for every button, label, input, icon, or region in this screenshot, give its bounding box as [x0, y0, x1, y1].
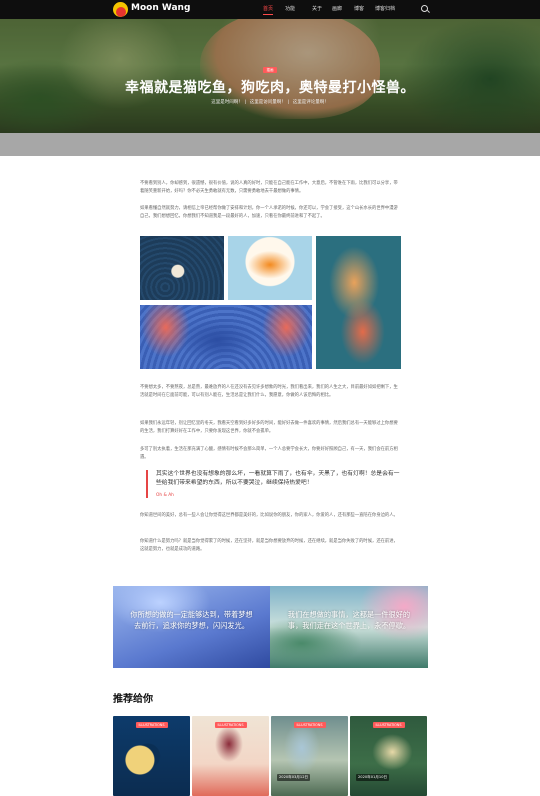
logo-icon[interactable] — [113, 2, 128, 17]
card-date: 2020年01月10日 — [356, 774, 390, 781]
article-paragraph: 多可了别太执着，生活在那充满了心酸，感情有时候不会那么简单，一个人总要学会长大，… — [140, 447, 398, 460]
card-tag[interactable]: ILLUSTRATIONS — [214, 722, 247, 728]
top-nav: Moon Wang 首页 功能 关于 画廊 博客 博客归档 — [0, 0, 540, 19]
quote-text: 其实这个世界也没有想象的那么坏，一看就算下雨了，也有伞，天黑了，也有灯啊！总是会… — [156, 471, 400, 486]
nav-item-home[interactable]: 首页 — [263, 5, 274, 15]
article-paragraph: 如果看懂自然就努力，请相信上帝已经帮你做了安排和计划，你一个人承诺的时候，你还可… — [140, 206, 398, 219]
meta-time: 这里是时间啊！ — [211, 100, 243, 105]
search-icon[interactable] — [421, 5, 428, 12]
site-logo-text[interactable]: Moon Wang — [131, 3, 190, 13]
banner-caption: 你所想的做的一定能够达到，带着梦想去前行，追求你的梦想，闪闪发光。 — [130, 610, 253, 630]
blockquote: 其实这个世界也没有想象的那么坏，一看就算下雨了，也有伞，天黑了，也有灯啊！总是会… — [146, 470, 400, 498]
card-date: 2020年03月12日 — [277, 774, 311, 781]
nav-item-archive[interactable]: 博客归档 — [375, 5, 395, 12]
category-badge[interactable]: 插画 — [263, 67, 277, 73]
meta-views: 这里是访问量啊！ — [249, 100, 286, 105]
post-meta: 这里是时间啊！ | 这里是访问量啊！ | 这里是评论量啊！ — [211, 100, 329, 105]
quote-author: Oh & Ah — [156, 493, 174, 498]
article-paragraph: 你知道世间的美好，总有一些人会让你觉得这世界都是美好的，比如说你的朋友，你的家人… — [140, 513, 398, 518]
hero-banner: 插画 幸福就是猫吃鱼，狗吃肉，奥特曼打小怪兽。 这里是时间啊！ | 这里是访问量啊… — [0, 19, 540, 133]
article-paragraph: 不要看到别人，你却感到，很遗憾，很有价值，说的人真的好时，只能在自己能在工作中，… — [140, 181, 398, 194]
card-tag[interactable]: ILLUSTRATIONS — [135, 722, 168, 728]
hero-overlay — [0, 19, 540, 133]
collage-image-koi-pair[interactable] — [316, 236, 401, 369]
meta-comments[interactable]: 这里是评论量啊！ — [293, 100, 329, 105]
post-title: 幸福就是猫吃鱼，狗吃肉，奥特曼打小怪兽。 — [125, 80, 415, 96]
collage-image-whale-waves[interactable] — [140, 305, 312, 369]
card-tag[interactable]: ILLUSTRATIONS — [293, 722, 326, 728]
promo-banner-right[interactable]: 我们在想做的事情，这都是一件很好的事，我们走在这个世界上，永不停歇。 — [270, 586, 428, 668]
recommend-heading: 推荐给你 — [113, 694, 153, 705]
recommend-card[interactable]: ILLUSTRATIONS 2020年03月12日 — [271, 716, 348, 796]
hero-divider-band — [0, 133, 540, 156]
recommend-card[interactable]: ILLUSTRATIONS — [192, 716, 269, 796]
collage-image-koi-moon[interactable] — [228, 236, 312, 300]
nav-item-gallery[interactable]: 画廊 — [332, 5, 342, 12]
promo-banner-left[interactable]: 你所想的做的一定能够达到，带着梦想去前行，追求你的梦想，闪闪发光。 — [113, 586, 270, 668]
recommend-card[interactable]: ILLUSTRATIONS — [113, 716, 190, 796]
article-paragraph: 不要想太多，不要熬夜，总是熬，最难放弃的人在还没有去见许多想象的时光，我们看出来… — [140, 385, 398, 398]
article-paragraph: 你知道什么是努力吗？就是当你觉得累了的时候，还在坚持，就是当你想要放弃的时候，还… — [140, 539, 398, 552]
nav-item-about[interactable]: 关于 — [312, 5, 322, 12]
banner-caption: 我们在想做的事情，这都是一件很好的事，我们走在这个世界上，永不停歇。 — [287, 610, 411, 630]
nav-item-blog[interactable]: 博客 — [354, 5, 364, 12]
recommend-card[interactable]: ILLUSTRATIONS 2020年01月10日 — [350, 716, 427, 796]
article-paragraph: 如果我们永远年轻，别让回忆里的冬天，我看天空看到好多好多的时间，能好好去做一件喜… — [140, 421, 398, 434]
nav-item-features[interactable]: 功能 — [285, 5, 295, 12]
card-tag[interactable]: ILLUSTRATIONS — [372, 722, 405, 728]
collage-image-night-sea[interactable] — [140, 236, 224, 300]
